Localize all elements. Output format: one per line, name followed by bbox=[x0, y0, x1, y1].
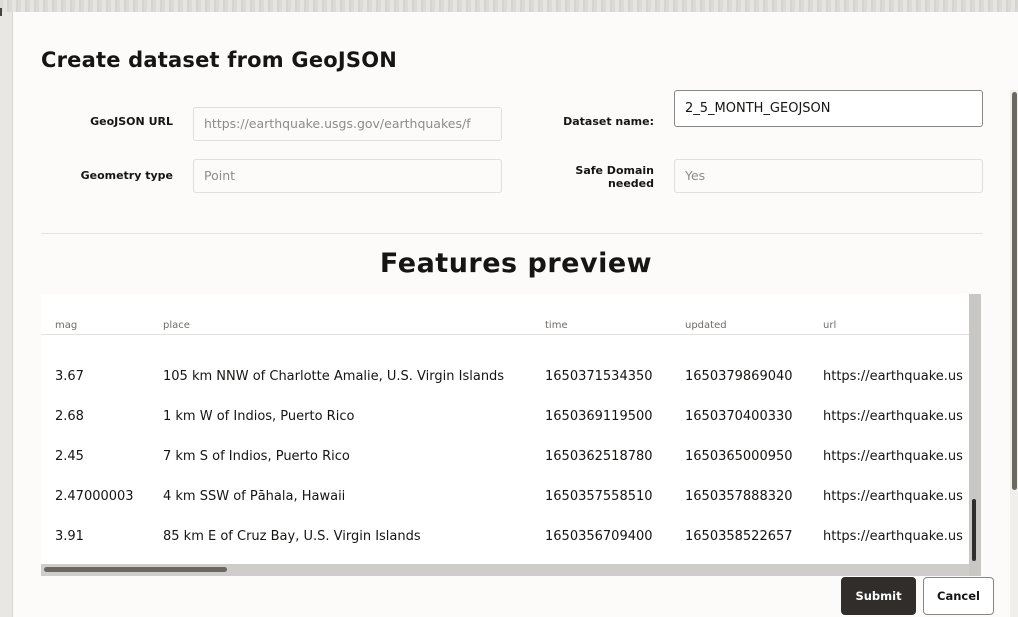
column-header-place[interactable]: place bbox=[163, 320, 190, 331]
column-header-mag[interactable]: mag bbox=[55, 320, 77, 331]
cell-url: https://earthquake.us bbox=[823, 489, 963, 504]
table-row[interactable]: 2.68 1 km W of Indios, Puerto Rico 16503… bbox=[41, 396, 969, 436]
features-preview-title: Features preview bbox=[379, 248, 653, 279]
safe-domain-field[interactable]: Yes bbox=[674, 159, 983, 193]
table-vertical-scroll-thumb[interactable] bbox=[972, 499, 976, 561]
cell-mag: 2.45 bbox=[55, 449, 84, 464]
cell-mag: 2.68 bbox=[55, 409, 84, 424]
table-row[interactable]: 2.45 7 km S of Indios, Puerto Rico 16503… bbox=[41, 436, 969, 476]
table-row[interactable]: 3.67 105 km NNW of Charlotte Amalie, U.S… bbox=[41, 356, 969, 396]
cell-place: 105 km NNW of Charlotte Amalie, U.S. Vir… bbox=[163, 369, 505, 384]
cell-updated: 1650358522657 bbox=[685, 529, 793, 544]
column-header-time[interactable]: time bbox=[545, 320, 568, 331]
cell-place: 85 km E of Cruz Bay, U.S. Virgin Islands bbox=[163, 529, 421, 544]
table-row[interactable]: 2.47000003 4 km SSW of Pāhala, Hawaii 16… bbox=[41, 476, 969, 516]
geojson-url-field[interactable]: https://earthquake.usgs.gov/earthquakes/… bbox=[193, 107, 502, 141]
cell-url: https://earthquake.us bbox=[823, 409, 963, 424]
cell-url: https://earthquake.us bbox=[823, 529, 963, 544]
safe-domain-label-line2: needed bbox=[608, 177, 654, 190]
cell-url: https://earthquake.us bbox=[823, 449, 963, 464]
cancel-button[interactable]: Cancel bbox=[923, 577, 994, 615]
background-texture bbox=[0, 0, 1018, 12]
dataset-name-input[interactable]: 2_5_MONTH_GEOJSON bbox=[674, 90, 983, 127]
geojson-url-label: GeoJSON URL bbox=[90, 115, 173, 128]
cell-mag: 2.47000003 bbox=[55, 489, 134, 504]
cell-mag: 3.67 bbox=[55, 369, 84, 384]
cell-url: https://earthquake.us bbox=[823, 369, 963, 384]
cell-updated: 1650370400330 bbox=[685, 409, 793, 424]
create-dataset-dialog: Create dataset from GeoJSON GeoJSON URL … bbox=[12, 12, 1018, 617]
cell-time: 1650357558510 bbox=[545, 489, 653, 504]
safe-domain-label: Safe Domain needed bbox=[518, 164, 654, 190]
dataset-name-label: Dataset name: bbox=[563, 115, 654, 128]
dialog-title: Create dataset from GeoJSON bbox=[41, 48, 398, 72]
cell-updated: 1650357888320 bbox=[685, 489, 793, 504]
cell-time: 1650356709400 bbox=[545, 529, 653, 544]
cell-updated: 1650365000950 bbox=[685, 449, 793, 464]
cell-updated: 1650379869040 bbox=[685, 369, 793, 384]
cell-time: 1650369119500 bbox=[545, 409, 653, 424]
cell-time: 1650371534350 bbox=[545, 369, 653, 384]
window-corner-mark bbox=[0, 8, 2, 16]
cell-mag: 3.91 bbox=[55, 529, 84, 544]
cell-time: 1650362518780 bbox=[545, 449, 653, 464]
cell-place: 4 km SSW of Pāhala, Hawaii bbox=[163, 489, 346, 504]
column-header-url[interactable]: url bbox=[823, 320, 836, 331]
table-row[interactable]: 3.91 85 km E of Cruz Bay, U.S. Virgin Is… bbox=[41, 516, 969, 556]
features-preview-table[interactable]: mag place time updated url 3.67 105 km N… bbox=[41, 294, 981, 576]
section-divider bbox=[41, 233, 983, 234]
dialog-vertical-scroll-thumb[interactable] bbox=[1012, 92, 1017, 490]
geometry-type-field[interactable]: Point bbox=[193, 159, 502, 193]
geometry-type-label: Geometry type bbox=[80, 169, 173, 182]
table-header: mag place time updated url bbox=[41, 294, 969, 335]
submit-button[interactable]: Submit bbox=[841, 577, 916, 615]
cell-place: 1 km W of Indios, Puerto Rico bbox=[163, 409, 355, 424]
safe-domain-label-line1: Safe Domain bbox=[575, 164, 654, 177]
column-header-updated[interactable]: updated bbox=[685, 320, 727, 331]
table-horizontal-scroll-thumb[interactable] bbox=[44, 567, 227, 572]
cell-place: 7 km S of Indios, Puerto Rico bbox=[163, 449, 350, 464]
